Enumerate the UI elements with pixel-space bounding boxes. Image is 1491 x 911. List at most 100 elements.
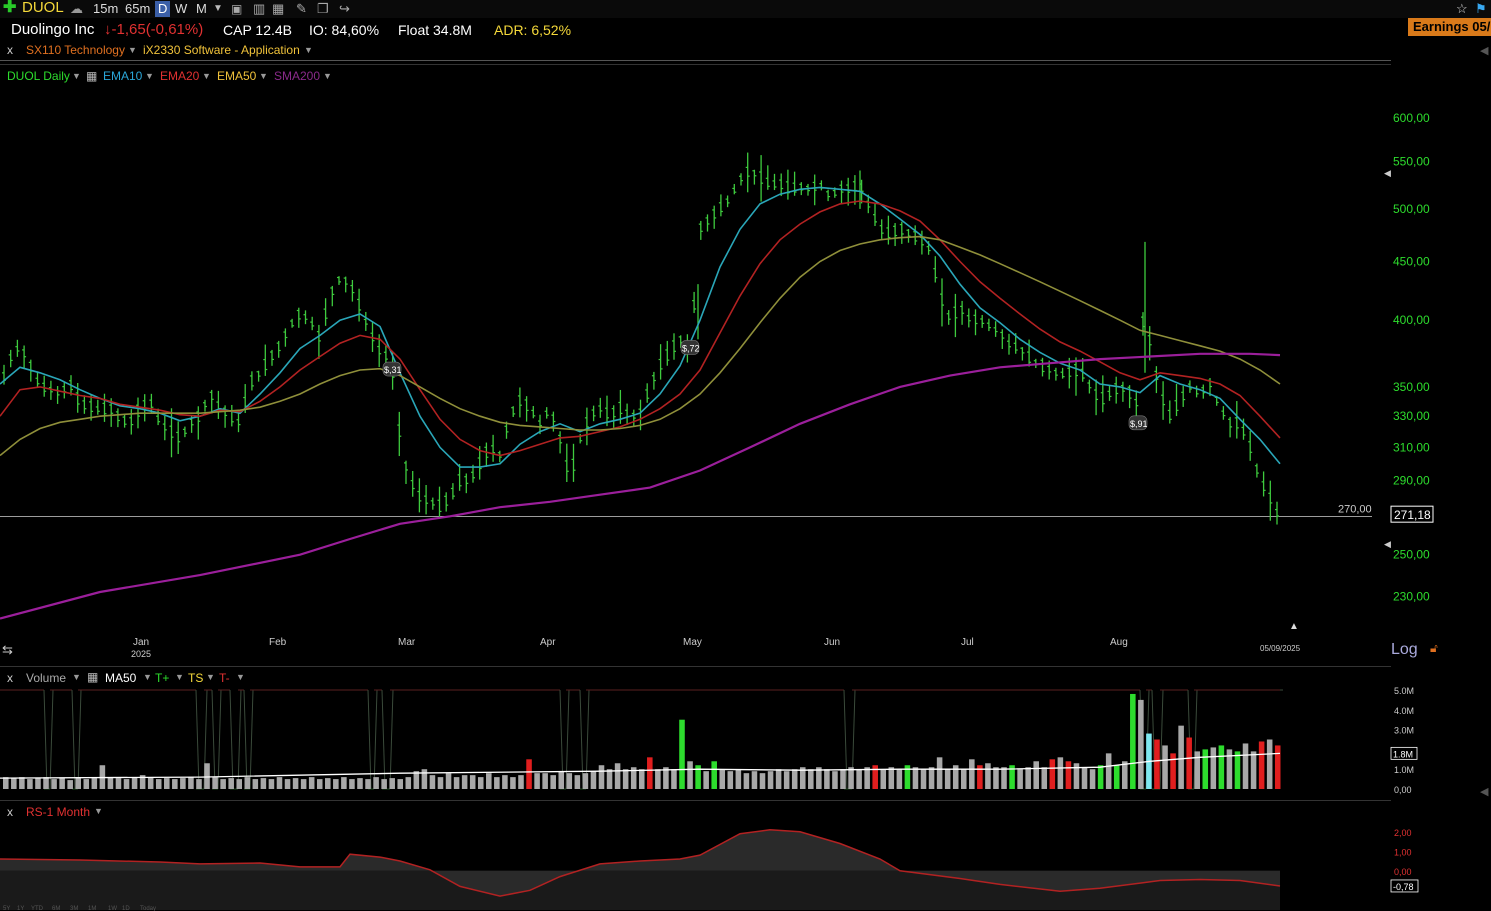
ohlc-bar: [1194, 385, 1199, 398]
scale-left-arrow-icon[interactable]: ◀: [1384, 539, 1391, 549]
volume-bar: [928, 767, 935, 789]
ohlc-bar: [1074, 357, 1078, 396]
scroll-up-icon[interactable]: ▲: [1289, 621, 1299, 632]
range-button-3m: 3M: [70, 906, 78, 911]
chevron-down-icon[interactable]: ▼: [143, 672, 152, 682]
rs-legend[interactable]: RS-1 Month: [26, 805, 90, 819]
ohlc-bar: [363, 311, 368, 331]
volume-bar: [1178, 725, 1184, 789]
tplus-legend[interactable]: T+: [155, 671, 169, 685]
month-label: Jan: [133, 637, 149, 648]
volume-bar: [51, 779, 57, 789]
ohlc-bar: [792, 171, 797, 196]
ohlc-bar: [531, 406, 536, 419]
volume-bar: [1105, 753, 1112, 789]
ohlc-bar: [879, 219, 884, 239]
chevron-down-icon[interactable]: ▼: [72, 672, 81, 682]
volume-bar: [67, 780, 73, 789]
log-scale-toggle[interactable]: Log: [1391, 641, 1418, 659]
range-button-1m: 1M: [88, 906, 96, 911]
volume-bar: [614, 763, 621, 789]
volume-bar: [405, 777, 412, 789]
chevron-down-icon[interactable]: ▼: [206, 672, 215, 682]
trend-step-transition: [243, 689, 248, 790]
ohlc-bar: [491, 434, 496, 462]
ohlc-bar: [196, 406, 201, 440]
volume-bar: [936, 757, 943, 789]
ts-legend[interactable]: TS: [188, 671, 203, 685]
ma50-legend[interactable]: MA50: [105, 671, 136, 685]
grid-icon[interactable]: ▦: [87, 670, 98, 684]
ohlc-bar: [437, 486, 442, 519]
volume-bar: [1025, 767, 1031, 789]
price-tick-label: 450,00: [1393, 254, 1430, 268]
volume-bar: [11, 778, 17, 789]
rs-tick-label: 0,00: [1394, 867, 1412, 877]
ohlc-bar: [739, 173, 743, 186]
ohlc-bar: [611, 405, 616, 430]
volume-bar: [349, 779, 355, 789]
chart-canvas[interactable]: 600,00 550,00 500,00 450,00 400,00 350,00 330,…: [0, 0, 1491, 911]
chevron-down-icon[interactable]: ▼: [175, 672, 184, 682]
ohlc-bar: [1100, 375, 1105, 413]
volume-bar: [1097, 765, 1104, 789]
volume-bar: [1057, 757, 1064, 789]
volume-bar: [27, 779, 33, 789]
panel-left-arrow-icon[interactable]: ◀: [1480, 45, 1489, 57]
ohlc-bar: [765, 165, 770, 190]
volume-bar: [526, 759, 532, 789]
scale-left-arrow-icon[interactable]: ◀: [1384, 168, 1391, 178]
volume-bar: [502, 775, 508, 789]
volume-bar: [751, 771, 758, 789]
volume-bar: [1266, 739, 1273, 789]
volume-legend[interactable]: Volume: [26, 671, 66, 685]
range-button-today: Today: [140, 906, 156, 911]
support-line-label: 270,00: [1338, 503, 1372, 515]
ohlc-bar: [631, 409, 636, 427]
ohlc-bar: [276, 340, 281, 358]
month-label: Apr: [540, 637, 556, 648]
month-label: Jun: [824, 637, 840, 648]
volume-bar: [1089, 769, 1096, 789]
ohlc-bar: [1020, 347, 1025, 361]
trend-step-transition: [71, 689, 76, 790]
ohlc-bar: [625, 403, 630, 425]
ohlc-bar: [310, 316, 315, 331]
chevron-down-icon[interactable]: ▼: [236, 672, 245, 682]
volume-bar: [558, 771, 565, 789]
scroll-horizontal-icon[interactable]: ⇆: [2, 642, 13, 657]
volume-bar: [1041, 767, 1048, 789]
price-bars: [2, 152, 1279, 525]
chevron-down-icon[interactable]: ▼: [94, 806, 103, 816]
ohlc-bar: [283, 328, 288, 347]
trend-step-transition: [77, 689, 82, 790]
ohlc-bar: [665, 340, 670, 366]
ohlc-bar: [980, 314, 985, 328]
trend-step-transition: [217, 689, 222, 790]
panel-left-arrow-icon[interactable]: ◀: [1480, 786, 1489, 798]
close-volume-button[interactable]: x: [7, 671, 13, 685]
volume-bar: [920, 769, 927, 789]
ohlc-bar: [497, 450, 502, 463]
volume-bar: [856, 769, 862, 789]
month-label: Jul: [961, 637, 974, 648]
volume-bar: [542, 773, 548, 789]
volume-bar: [373, 777, 379, 789]
rs-tick-label: 1,00: [1394, 847, 1412, 857]
volume-bar: [743, 773, 750, 789]
ohlc-bar: [812, 174, 817, 206]
ohlc-bar: [966, 308, 971, 328]
ohlc-bar: [316, 324, 321, 359]
volume-tick-label: 1.0M: [1394, 765, 1414, 775]
earnings-marker-label: $,91: [1130, 419, 1148, 429]
unlock-icon[interactable]: 🔓︎: [1430, 641, 1438, 656]
ohlc-bar: [1094, 379, 1099, 416]
ohlc-bar: [404, 460, 408, 484]
close-rs-button[interactable]: x: [7, 805, 13, 819]
volume-bar: [1186, 737, 1192, 789]
ohlc-bar: [826, 189, 831, 202]
rs-tick-label: 2,00: [1394, 828, 1412, 838]
tminus-legend[interactable]: T-: [219, 671, 230, 685]
ohlc-bar: [946, 310, 951, 325]
ohlc-bar: [1134, 390, 1139, 418]
